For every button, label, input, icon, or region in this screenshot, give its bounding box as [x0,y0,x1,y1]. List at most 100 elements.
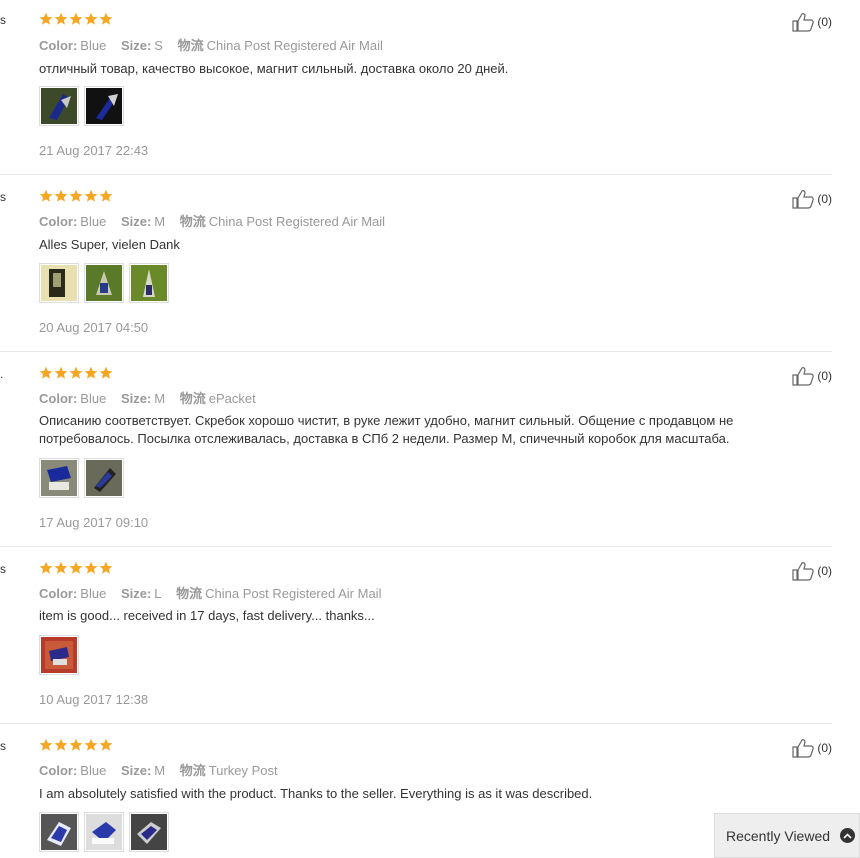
color-value: Blue [80,586,107,601]
review-photos [39,635,79,675]
review-attributes: Color: Blue Size: L 物流 China Post Registere… [39,583,392,602]
review-date: 17 Aug 2017 09:10 [39,515,149,530]
size-value: M [154,763,166,778]
review-date: 10 Aug 2017 12:38 [39,692,149,707]
star-icon [39,189,53,202]
like-button[interactable]: (0) [792,561,832,581]
size-value: M [154,391,166,406]
cropped-username: . [0,367,4,381]
star-icon [84,12,98,25]
review-photo-thumbnail[interactable] [39,635,79,675]
review-photo-thumbnail[interactable] [129,263,169,303]
like-count: (0) [817,564,832,578]
thumbs-up-icon [792,562,815,581]
review-attributes: Color: Blue Size: S 物流 China Post Registere… [39,35,394,54]
color-label: Color: [39,214,78,229]
size-label: Size: [120,586,152,601]
shipping-label: 物流 [177,38,204,53]
shipping-label: 物流 [179,214,206,229]
shipping-value: China Post Registered Air Mail [205,586,382,601]
star-icon [69,366,83,379]
star-icon [54,12,68,25]
color-value: Blue [80,214,107,229]
like-count: (0) [817,369,832,383]
star-icon [84,561,98,574]
color-label: Color: [39,586,78,601]
review-photo-thumbnail[interactable] [39,263,79,303]
star-icon [54,561,68,574]
review-photo-thumbnail[interactable] [84,263,124,303]
review-photo-thumbnail[interactable] [84,812,124,852]
review-photo-thumbnail[interactable] [39,86,79,126]
review-photos [39,812,169,852]
review-attributes: Color: Blue Size: M 物流 China Post Registere… [39,211,396,230]
star-rating [39,189,113,205]
star-icon [54,366,68,379]
color-label: Color: [39,391,78,406]
review-photo-thumbnail[interactable] [129,812,169,852]
star-icon [99,366,113,379]
thumbs-up-icon [792,367,815,386]
star-icon [69,561,83,574]
star-icon [99,189,113,202]
size-label: Size: [120,38,152,53]
star-icon [69,12,83,25]
review-item: s Color: Blue Size: L 物流 China Post Registe… [0,546,832,724]
recently-viewed-label: Recently Viewed [726,827,831,844]
star-icon [39,561,53,574]
color-value: Blue [80,38,107,53]
like-button[interactable]: (0) [792,366,832,386]
review-attributes: Color: Blue Size: M 物流 Turkey Post [39,760,289,779]
like-count: (0) [817,192,832,206]
color-value: Blue [80,763,107,778]
like-button[interactable]: (0) [792,189,832,209]
size-value: L [154,586,162,601]
color-label: Color: [39,38,78,53]
review-photo-thumbnail[interactable] [84,458,124,498]
star-icon [84,738,98,751]
review-text: I am absolutely satisfied with the produ… [39,786,593,801]
recently-viewed-button[interactable]: Recently Viewed [714,813,860,858]
star-icon [99,738,113,751]
size-label: Size: [120,391,152,406]
review-text: Alles Super, vielen Dank [39,237,180,252]
like-count: (0) [817,15,832,29]
cropped-username: s [0,13,6,27]
review-photo-thumbnail[interactable] [39,812,79,852]
shipping-value: China Post Registered Air Mail [208,214,386,229]
review-photo-thumbnail[interactable] [39,458,79,498]
review-item: s Color: Blue Size: M 物流 China Post Registe… [0,174,832,352]
shipping-label: 物流 [179,391,206,406]
star-icon [69,738,83,751]
review-date: 20 Aug 2017 04:50 [39,320,149,335]
review-photo-thumbnail[interactable] [84,86,124,126]
review-photos [39,263,169,303]
like-button[interactable]: (0) [792,12,832,32]
review-text: Описанию соответствует. Скребок хорошо ч… [39,413,734,446]
review-photos [39,86,124,126]
review-photos [39,458,124,498]
review-date: 21 Aug 2017 22:43 [39,143,149,158]
review-text: отличный товар, качество высокое, магнит… [39,61,509,76]
size-value: M [154,214,166,229]
star-icon [39,12,53,25]
star-icon [84,189,98,202]
star-rating [39,561,113,577]
shipping-value: China Post Registered Air Mail [206,38,383,53]
size-label: Size: [120,214,152,229]
star-icon [69,189,83,202]
star-rating [39,366,113,382]
like-button[interactable]: (0) [792,738,832,758]
color-label: Color: [39,763,78,778]
cropped-username: s [0,739,6,753]
star-icon [84,366,98,379]
star-rating [39,738,113,754]
star-icon [99,561,113,574]
cropped-username: s [0,190,6,204]
like-count: (0) [817,741,832,755]
shipping-label: 物流 [179,763,206,778]
cropped-username: s [0,562,6,576]
shipping-label: 物流 [176,586,203,601]
thumbs-up-icon [792,190,815,209]
color-value: Blue [80,391,107,406]
